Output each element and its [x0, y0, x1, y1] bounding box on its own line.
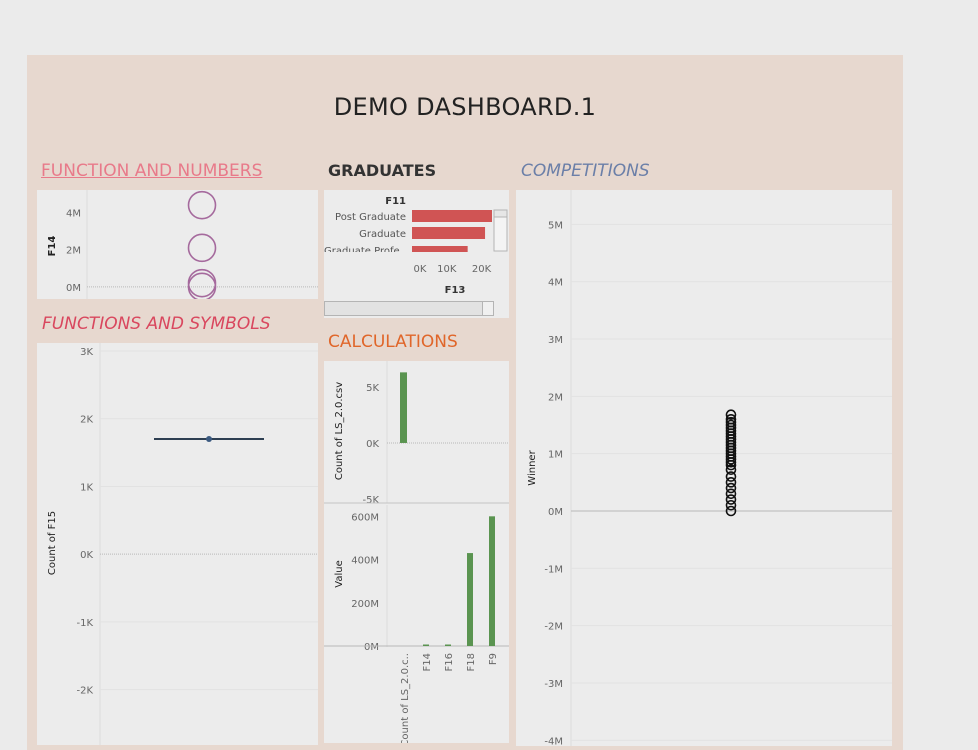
count-ls-y-axis-label: Count of LS_2.0.csv	[334, 382, 345, 480]
f15-y-tick-label: 2K	[80, 415, 93, 426]
f15-y-tick-label: 1K	[80, 482, 93, 493]
section-title-calculations: CALCULATIONS	[328, 332, 458, 352]
value-bar	[423, 644, 429, 646]
f14-point	[187, 233, 217, 263]
section-title-functions-symbols: FUNCTIONS AND SYMBOLS	[42, 314, 271, 334]
graduates-scroll-thumb	[493, 209, 508, 218]
winner-y-tick-label: 5M	[548, 220, 563, 231]
count-ls-y-tick-label: -5K	[362, 495, 379, 506]
dashboard-canvas: DEMO DASHBOARD.1 FUNCTION AND NUMBERS GR…	[27, 55, 903, 750]
count-ls-y-tick-label: 5K	[366, 383, 379, 394]
graduates-x-tick-label: 20K	[472, 264, 492, 275]
graduates-bar	[412, 246, 468, 253]
section-title-function-numbers[interactable]: FUNCTION AND NUMBERS	[41, 161, 262, 181]
value-y-axis-label: Value	[334, 560, 345, 587]
value-bar	[489, 516, 495, 646]
calculations-chart-panel: 5K 0K -5K Count of LS_2.0.csv 600M 400M 200M 0M…	[324, 361, 509, 747]
f15-y-tick-label: -2K	[76, 686, 93, 697]
section-title-graduates: GRADUATES	[328, 161, 437, 180]
f15-y-tick-label: 0K	[80, 550, 93, 561]
value-y-tick-label: 0M	[364, 642, 379, 653]
graduates-x-axis-label: F13	[445, 285, 466, 296]
graduates-category-label: Post Graduate	[335, 212, 406, 223]
graduates-horizontal-scrollbar[interactable]	[324, 301, 494, 316]
value-y-tick-label: 200M	[351, 599, 379, 610]
winner-y-tick-label: -4M	[544, 736, 563, 746]
f14-chart: 4M 2M 0M F14	[47, 190, 318, 302]
value-x-tick-label: Count of LS_2.0.c..	[400, 653, 411, 743]
winner-y-tick-label: -3M	[544, 679, 563, 690]
f15-y-tick-label: -1K	[76, 618, 93, 629]
winner-y-tick-label: -2M	[544, 622, 563, 633]
graduates-header-label: F11	[385, 196, 406, 207]
f15-y-axis-label: Count of F15	[47, 511, 58, 575]
dashboard-title: DEMO DASHBOARD.1	[333, 93, 597, 121]
f14-chart-panel: 4M 2M 0M F14	[37, 190, 318, 302]
winner-chart: 5M 4M 3M 2M 1M 0M -1M -2M -3M -4M Winner	[527, 190, 892, 747]
winner-y-axis-label: Winner	[527, 449, 538, 485]
f14-point	[187, 190, 217, 220]
winner-y-tick-label: 1M	[548, 450, 563, 461]
calculations-chart: 5K 0K -5K Count of LS_2.0.csv 600M 400M 200M 0M…	[324, 361, 509, 747]
f14-y-tick-label: 4M	[66, 209, 81, 220]
graduates-bar	[412, 227, 486, 239]
graduates-category-label: Graduate	[359, 229, 406, 240]
count-ls-bar	[400, 372, 407, 443]
value-bar	[467, 553, 473, 646]
value-x-tick-label: F9	[488, 653, 499, 665]
f15-y-tick-label: 3K	[80, 347, 93, 358]
count-ls-y-tick-label: 0K	[366, 439, 379, 450]
graduates-list-clip	[324, 252, 494, 260]
f15-chart-panel: 3K 2K 1K 0K -1K -2K Count of F15	[37, 343, 318, 745]
f15-point	[206, 436, 212, 443]
winner-y-tick-label: 3M	[548, 335, 563, 346]
section-title-competitions: COMPETITIONS	[521, 161, 650, 181]
f14-point	[187, 272, 217, 302]
graduates-x-tick-label: 0K	[414, 264, 427, 275]
graduates-x-tick-label: 10K	[437, 264, 457, 275]
f14-y-axis-label: F14	[47, 236, 58, 257]
winner-y-tick-label: -1M	[544, 564, 563, 575]
f15-chart: 3K 2K 1K 0K -1K -2K Count of F15	[47, 343, 318, 745]
competitions-chart-panel: 5M 4M 3M 2M 1M 0M -1M -2M -3M -4M Winner	[516, 190, 892, 747]
graduates-chart-panel: F11 Post Graduate Graduate Graduate Profe..…	[324, 190, 509, 318]
value-bar	[445, 644, 451, 646]
graduates-scroll-right[interactable]	[482, 301, 494, 316]
f14-y-tick-label: 2M	[66, 246, 81, 257]
value-x-tick-label: F18	[466, 653, 477, 671]
value-y-tick-label: 600M	[351, 512, 379, 523]
winner-y-tick-label: 2M	[548, 392, 563, 403]
value-y-tick-label: 400M	[351, 556, 379, 567]
value-x-tick-label: F16	[444, 653, 455, 671]
f14-y-tick-label: 0M	[66, 283, 81, 294]
graduates-chart: F11Post GraduateGraduateGraduate Profe..…	[324, 196, 508, 296]
value-x-tick-label: F14	[422, 653, 433, 671]
winner-y-tick-label: 4M	[548, 278, 563, 289]
graduates-bar	[412, 210, 492, 222]
winner-y-tick-label: 0M	[548, 507, 563, 518]
